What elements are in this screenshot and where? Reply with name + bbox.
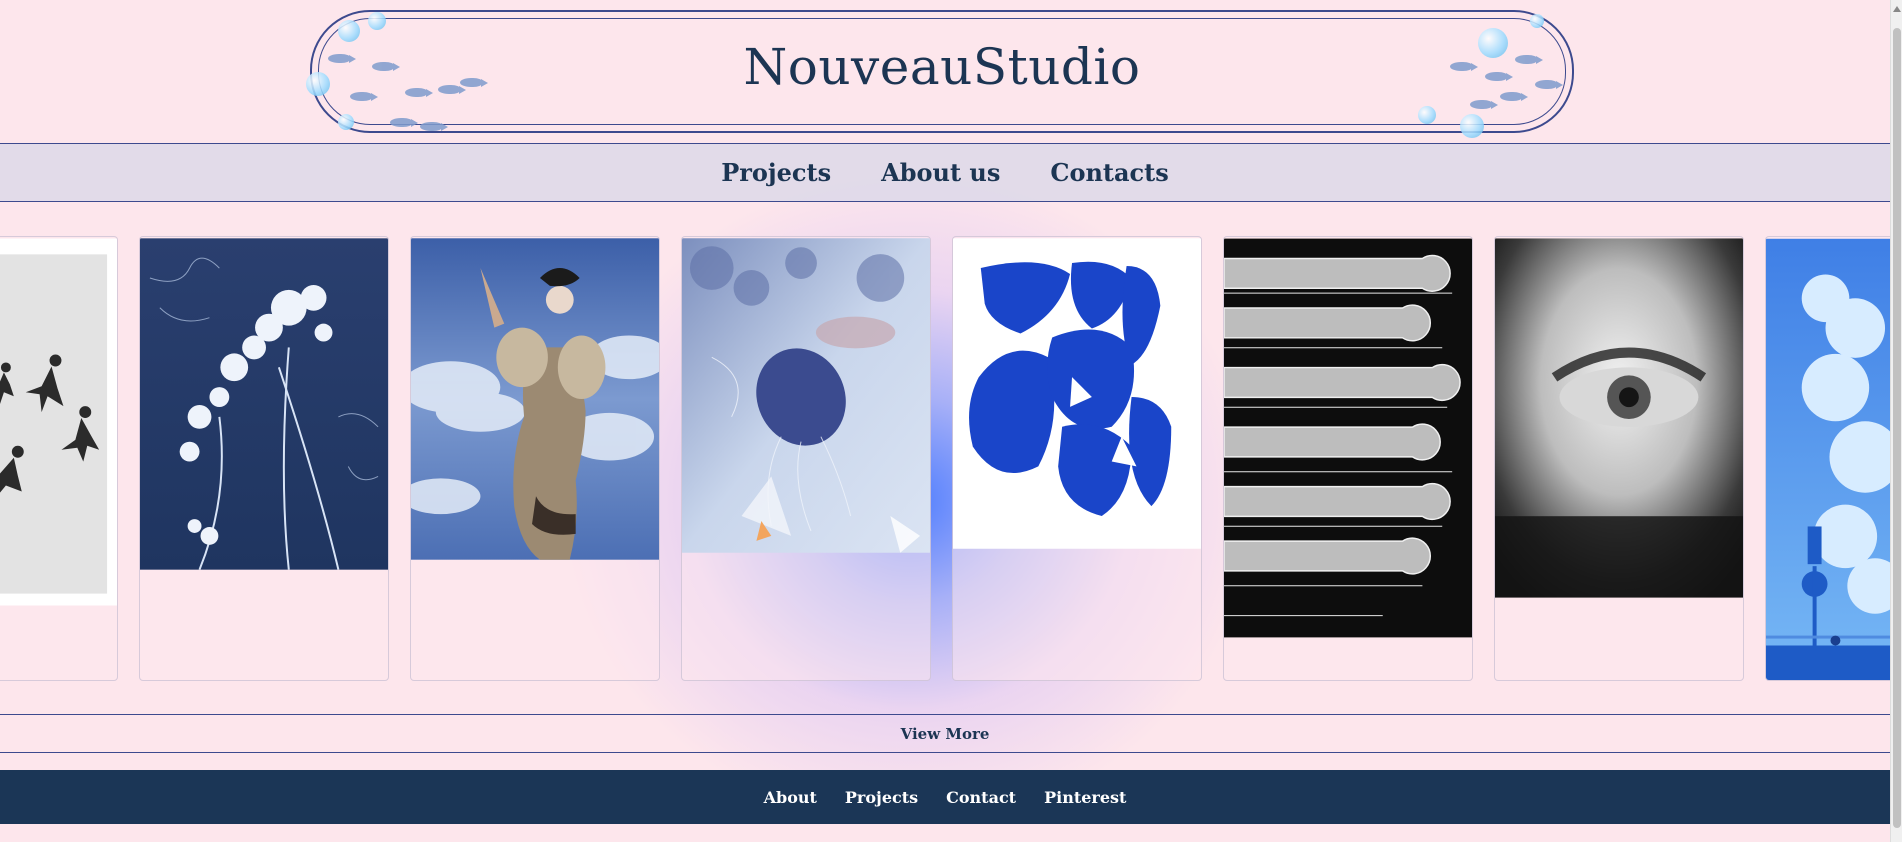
bubble-icon — [338, 114, 354, 130]
card-image — [1495, 238, 1743, 598]
main-nav: Projects About us Contacts — [0, 143, 1890, 202]
footer-link-contact[interactable]: Contact — [946, 788, 1016, 807]
card-image — [411, 238, 659, 560]
card-image — [682, 238, 930, 553]
page-scrollbar[interactable] — [1890, 0, 1902, 842]
view-more-button[interactable]: View More — [901, 725, 990, 743]
gallery-card[interactable] — [1765, 236, 1890, 681]
card-image — [140, 238, 388, 571]
site-header: NouveauStudio — [306, 10, 1574, 138]
fish-icon — [1470, 100, 1498, 109]
bubble-icon — [368, 12, 386, 30]
footer-link-pinterest[interactable]: Pinterest — [1044, 788, 1126, 807]
gallery-card[interactable] — [0, 236, 118, 681]
gallery-card[interactable] — [681, 236, 931, 681]
fish-icon — [390, 118, 418, 127]
footer-link-projects[interactable]: Projects — [845, 788, 918, 807]
nav-link-contacts[interactable]: Contacts — [1050, 158, 1168, 187]
scroll-up-icon[interactable] — [1893, 6, 1901, 12]
gallery-card[interactable] — [1223, 236, 1473, 681]
card-image — [1766, 238, 1890, 680]
bubble-icon — [1418, 106, 1436, 124]
fish-icon — [420, 122, 448, 131]
project-gallery — [0, 236, 1890, 682]
bubble-icon — [1530, 14, 1544, 28]
site-footer: About Projects Contact Pinterest — [0, 770, 1890, 824]
scrollbar-thumb[interactable] — [1893, 28, 1901, 828]
card-image — [953, 238, 1201, 549]
gallery-card[interactable] — [410, 236, 660, 681]
card-image — [1224, 238, 1472, 638]
gallery-card[interactable] — [952, 236, 1202, 681]
card-image — [0, 238, 117, 606]
gallery-card[interactable] — [1494, 236, 1744, 681]
view-more-bar: View More — [0, 714, 1890, 753]
nav-link-about-us[interactable]: About us — [881, 158, 1000, 187]
gallery-card[interactable] — [139, 236, 389, 681]
nav-link-projects[interactable]: Projects — [721, 158, 831, 187]
site-title: NouveauStudio — [743, 38, 1141, 96]
bubble-icon — [1460, 114, 1484, 138]
footer-link-about[interactable]: About — [764, 788, 817, 807]
